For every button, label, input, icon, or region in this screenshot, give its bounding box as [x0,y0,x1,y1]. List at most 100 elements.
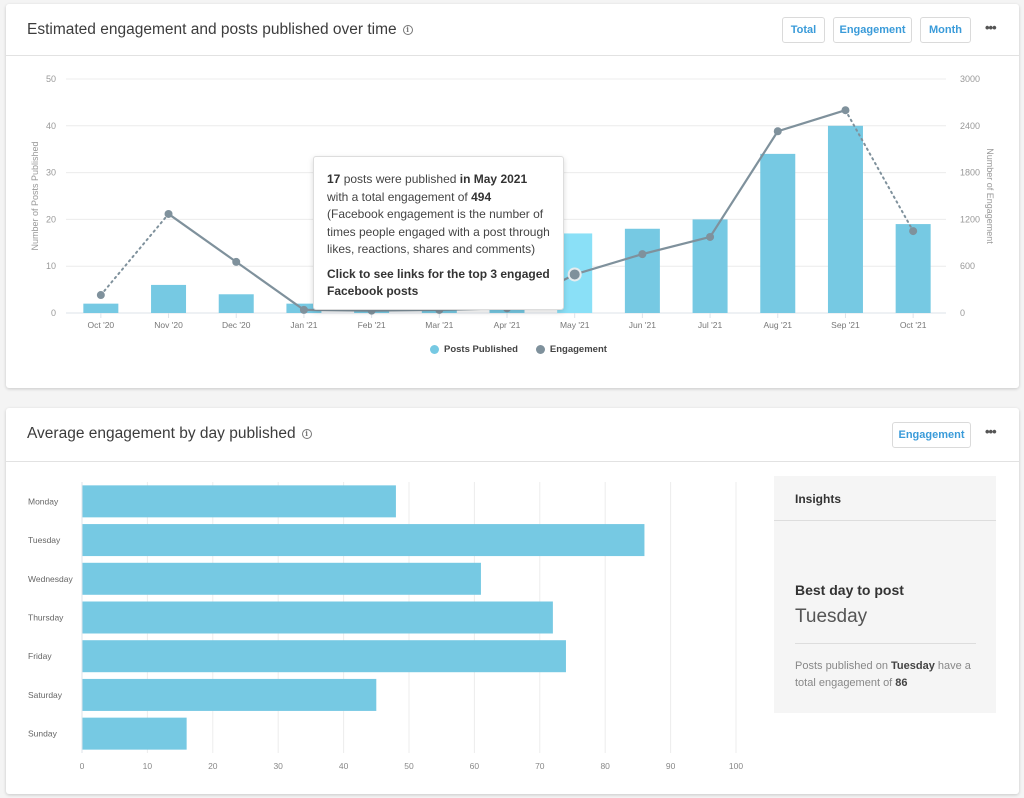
y-tick-label: 30 [46,168,56,178]
x-tick-label: Oct '21 [900,320,927,330]
y-tick-label: Monday [28,496,59,506]
y-right-tick-label: 1800 [960,168,980,178]
engagement-by-day-card: Average engagement by day published i En… [6,408,1019,794]
bar-sunday [82,717,187,750]
chart-tooltip[interactable]: 17 posts were published in May 2021 with … [313,156,564,310]
x-tick-label: Jul '21 [698,320,723,330]
x-tick-label: Jan '21 [290,320,317,330]
x-tick-label: Feb '21 [358,320,386,330]
engagement-point-8 [638,250,647,259]
best-day-value: Tuesday [795,606,868,627]
x-tick-label: Oct '20 [88,320,115,330]
y-tick-label: Friday [28,651,52,661]
more-options-icon[interactable]: ••• [985,424,997,439]
x-tick-label: 30 [273,761,283,771]
horizontal-bar-chart: 0 10 20 30 40 50 60 70 80 90 100 Monday Tuesday Wedne… [28,482,743,771]
x-tick-label: 80 [600,761,610,771]
x-tick-label: 60 [470,761,480,771]
bar-tuesday [82,524,645,557]
engagement-over-time-card: Estimated engagement and posts published… [6,4,1019,388]
tooltip-posts-count: 17 [327,172,341,186]
y-tick-label: 40 [46,121,56,131]
insights-panel: Insights Best day to post Tuesday Posts … [774,476,996,713]
tooltip-text: with a total engagement of [327,189,472,204]
legend-label: Engagement [549,344,607,355]
y-tick-label: Thursday [28,613,64,623]
bar-posts-12 [895,224,931,313]
x-tick-label: 0 [80,761,85,771]
bar-posts-0 [83,303,119,313]
bar-posts-2 [218,294,254,313]
y-tick-label: 20 [46,214,56,224]
tooltip-summary: 17 posts were published in May 2021 with … [327,171,550,206]
engagement-point-12 [909,227,918,236]
y-tick-label: Sunday [28,729,58,739]
tooltip-explanation: (Facebook engagement is the number of ti… [327,207,550,256]
bar-posts-10 [760,153,796,313]
chart-legend: Posts Published Engagement [430,344,607,355]
y-right-tick-label: 0 [960,308,965,318]
engagement-point-1 [164,209,173,218]
y-tick-label: 0 [51,308,56,318]
x-tick-label: Mar '21 [425,320,453,330]
legend-dot-posts [430,345,439,354]
engagement-point-9 [706,232,715,241]
x-tick-label: 10 [143,761,153,771]
divider [795,643,976,644]
y-axis-title: Number of Posts Published [30,141,40,250]
y-right-tick-label: 600 [960,261,975,271]
bar-wednesday [82,562,481,595]
x-tick-label: May '21 [560,320,590,330]
y-tick-label: Wednesday [28,574,73,584]
y-tick-label: 50 [46,74,56,84]
legend-dot-engagement [535,345,545,354]
engagement-button[interactable]: Engagement [892,422,971,448]
bar-posts-11 [827,125,863,313]
engagement-line-segment [167,213,237,263]
y-right-tick-label: 2400 [960,121,980,131]
tooltip-text: posts were published [340,172,460,186]
bar-posts-8 [624,228,660,313]
x-tick-label: Apr '21 [494,320,521,330]
bar-posts-1 [151,284,187,313]
x-tick-label: Aug '21 [763,320,792,330]
y-right-tick-label: 1200 [960,214,980,224]
y-tick-label: 10 [46,261,56,271]
tooltip-cta-link[interactable]: Click to see links for the top 3 engaged… [327,266,550,301]
x-tick-label: 40 [339,761,349,771]
engagement-point-10 [773,127,782,136]
best-day-label: Best day to post [795,582,904,598]
bar-thursday [82,601,553,634]
y-right-tick-label: 3000 [960,74,980,84]
x-tick-label: Dec '20 [222,320,251,330]
x-tick-label: 90 [666,761,676,771]
desc-day: Tuesday [891,660,935,672]
legend-posts-published[interactable]: Posts Published [430,344,518,355]
bar-friday [82,640,566,673]
x-tick-label: 20 [208,761,218,771]
engagement-point-0 [96,291,105,300]
engagement-point-2 [232,257,241,266]
best-day-description: Posts published on Tuesday have a total … [795,658,978,692]
x-tick-label: 100 [729,761,743,771]
engagement-point-7 [569,269,580,280]
insights-title: Insights [774,476,996,521]
x-tick-label: Jun '21 [629,320,656,330]
desc-value: 86 [895,677,908,689]
x-tick-label: Sep '21 [831,320,860,330]
tooltip-engagement-value: 494 [471,189,492,204]
y-tick-label: Saturday [28,690,63,700]
x-tick-label: Nov '20 [154,320,183,330]
desc-text: Posts published on [795,660,892,672]
y-right-axis-title: Number of Engagement [985,148,995,244]
x-tick-label: 70 [535,761,545,771]
legend-label: Posts Published [444,344,518,355]
bar-saturday [82,678,377,711]
tooltip-period: in May 2021 [459,172,528,186]
bar-monday [82,485,396,518]
engagement-point-11 [841,106,850,115]
x-tick-label: 50 [404,761,414,771]
y-tick-label: Tuesday [28,535,61,545]
legend-engagement[interactable]: Engagement [535,344,607,355]
engagement-line-segment [99,212,170,297]
